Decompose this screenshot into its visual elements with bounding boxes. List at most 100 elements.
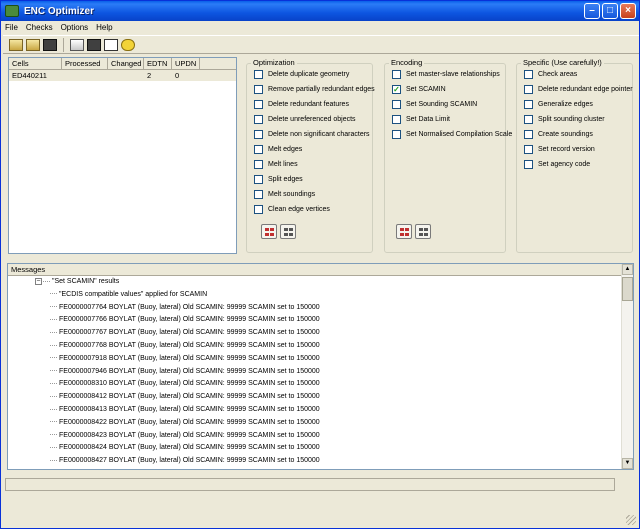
- list-item[interactable]: FE0000007764 BOYLAT (Buoy, lateral) Old …: [8, 302, 621, 315]
- messages-header[interactable]: Messages: [8, 264, 633, 276]
- messages-tree[interactable]: – "Set SCAMIN" results "ECDIS compatible …: [8, 276, 621, 469]
- resize-grip-icon[interactable]: [626, 515, 636, 525]
- checkbox[interactable]: [524, 70, 533, 79]
- menu-checks[interactable]: Checks: [26, 23, 53, 32]
- list-item[interactable]: FE0000008423 BOYLAT (Buoy, lateral) Old …: [8, 430, 621, 443]
- minimize-button[interactable]: –: [584, 3, 600, 19]
- checkbox[interactable]: [392, 115, 401, 124]
- option-set-master-slave[interactable]: Set master-slave relationships: [392, 70, 500, 79]
- scroll-up-icon[interactable]: ▲: [622, 264, 633, 275]
- option-remove-partially-redundant-edges[interactable]: Remove partially redundant edges: [254, 85, 375, 94]
- help-icon[interactable]: [121, 38, 135, 51]
- table-row[interactable]: ED440211 2 0: [9, 70, 236, 81]
- option-create-soundings[interactable]: Create soundings: [524, 130, 593, 139]
- checkbox-checked[interactable]: ✓: [392, 85, 401, 94]
- option-melt-soundings[interactable]: Melt soundings: [254, 190, 315, 199]
- option-set-record-version[interactable]: Set record version: [524, 145, 595, 154]
- messages-scrollbar[interactable]: ▲ ▼: [621, 264, 633, 469]
- tree-root[interactable]: – "Set SCAMIN" results: [8, 276, 621, 289]
- maximize-button[interactable]: □: [602, 3, 618, 19]
- checkbox[interactable]: [254, 190, 263, 199]
- checkbox[interactable]: [254, 115, 263, 124]
- run-checks-icon[interactable]: [70, 38, 84, 51]
- option-set-data-limit[interactable]: Set Data Limit: [392, 115, 450, 124]
- deselect-all-button[interactable]: [415, 224, 431, 239]
- deselect-all-button[interactable]: [280, 224, 296, 239]
- cell-name: ED440211: [12, 71, 47, 80]
- menu-file[interactable]: File: [5, 23, 18, 32]
- checkbox[interactable]: [524, 115, 533, 124]
- checkbox[interactable]: [524, 100, 533, 109]
- option-melt-edges[interactable]: Melt edges: [254, 145, 302, 154]
- checkbox[interactable]: [254, 145, 263, 154]
- option-delete-unreferenced-objects[interactable]: Delete unreferenced objects: [254, 115, 356, 124]
- checkbox[interactable]: [524, 85, 533, 94]
- checkbox[interactable]: [254, 130, 263, 139]
- option-generalize-edges[interactable]: Generalize edges: [524, 100, 593, 109]
- close-button[interactable]: ×: [620, 3, 636, 19]
- list-item[interactable]: FE0000007768 BOYLAT (Buoy, lateral) Old …: [8, 340, 621, 353]
- checkbox[interactable]: [254, 100, 263, 109]
- option-check-areas[interactable]: Check areas: [524, 70, 577, 79]
- edit-icon[interactable]: [87, 38, 101, 51]
- checkbox[interactable]: [392, 130, 401, 139]
- tree-sub[interactable]: "ECDIS compatible values" applied for SC…: [8, 289, 621, 302]
- checkbox[interactable]: [524, 145, 533, 154]
- option-melt-lines[interactable]: Melt lines: [254, 160, 298, 169]
- menu-help[interactable]: Help: [96, 23, 112, 32]
- list-item[interactable]: FE0000007767 BOYLAT (Buoy, lateral) Old …: [8, 327, 621, 340]
- checkbox[interactable]: [254, 205, 263, 214]
- arrows-icon[interactable]: [104, 38, 118, 51]
- list-item[interactable]: FE0000008310 BOYLAT (Buoy, lateral) Old …: [8, 378, 621, 391]
- tree-connector: [50, 344, 57, 346]
- option-set-scamin[interactable]: ✓ Set SCAMIN: [392, 85, 446, 94]
- list-item[interactable]: FE0000008427 BOYLAT (Buoy, lateral) Old …: [8, 455, 621, 468]
- open-folder-icon[interactable]: [9, 38, 23, 51]
- checkbox[interactable]: [254, 70, 263, 79]
- checkbox[interactable]: [254, 160, 263, 169]
- list-item[interactable]: FE0000007918 BOYLAT (Buoy, lateral) Old …: [8, 353, 621, 366]
- option-split-edges[interactable]: Split edges: [254, 175, 303, 184]
- column-edtn[interactable]: EDTN: [144, 58, 172, 69]
- option-delete-non-significant-characters[interactable]: Delete non significant characters: [254, 130, 370, 139]
- tree-connector: [50, 357, 57, 359]
- list-item[interactable]: FE0000008413 BOYLAT (Buoy, lateral) Old …: [8, 404, 621, 417]
- checkbox[interactable]: [524, 160, 533, 169]
- checkbox[interactable]: [524, 130, 533, 139]
- option-split-sounding-cluster[interactable]: Split sounding cluster: [524, 115, 605, 124]
- checkbox[interactable]: [254, 85, 263, 94]
- menu-options[interactable]: Options: [61, 23, 89, 32]
- title-bar[interactable]: ENC Optimizer – □ ×: [1, 1, 639, 21]
- select-all-button[interactable]: [396, 224, 412, 239]
- list-item[interactable]: FE0000008424 BOYLAT (Buoy, lateral) Old …: [8, 442, 621, 455]
- column-cells[interactable]: Cells: [9, 58, 62, 69]
- encoding-title: Encoding: [389, 58, 425, 67]
- list-item[interactable]: FE0000007766 BOYLAT (Buoy, lateral) Old …: [8, 314, 621, 327]
- option-delete-redundant-edge-pointer[interactable]: Delete redundant edge pointer: [524, 85, 633, 94]
- cells-table[interactable]: Cells Processed Changed EDTN UPDN ED4402…: [8, 57, 237, 254]
- checkbox[interactable]: [392, 70, 401, 79]
- option-set-sounding-scamin[interactable]: Set Sounding SCAMIN: [392, 100, 477, 109]
- column-updn[interactable]: UPDN: [172, 58, 200, 69]
- column-changed[interactable]: Changed: [108, 58, 144, 69]
- tree-connector: [50, 331, 57, 333]
- collapse-icon[interactable]: –: [35, 277, 42, 285]
- option-clean-edge-vertices[interactable]: Clean edge vertices: [254, 205, 330, 214]
- app-window: ENC Optimizer – □ × File Checks Options …: [0, 0, 640, 529]
- list-item[interactable]: FE0000007946 BOYLAT (Buoy, lateral) Old …: [8, 366, 621, 379]
- scroll-thumb[interactable]: [622, 277, 633, 301]
- checkbox[interactable]: [392, 100, 401, 109]
- column-processed[interactable]: Processed: [62, 58, 108, 69]
- save-icon[interactable]: [26, 38, 40, 51]
- option-delete-duplicate-geometry[interactable]: Delete duplicate geometry: [254, 70, 349, 79]
- select-all-button[interactable]: [261, 224, 277, 239]
- scroll-down-icon[interactable]: ▼: [622, 458, 633, 469]
- option-set-agency-code[interactable]: Set agency code: [524, 160, 590, 169]
- list-item[interactable]: FE0000008412 BOYLAT (Buoy, lateral) Old …: [8, 391, 621, 404]
- option-set-normalised-compilation-scale[interactable]: Set Normalised Compilation Scale: [392, 130, 512, 139]
- checkbox[interactable]: [254, 175, 263, 184]
- select-all-icon: [265, 228, 274, 236]
- list-item[interactable]: FE0000008422 BOYLAT (Buoy, lateral) Old …: [8, 417, 621, 430]
- option-delete-redundant-features[interactable]: Delete redundant features: [254, 100, 349, 109]
- stop-icon[interactable]: [43, 38, 57, 51]
